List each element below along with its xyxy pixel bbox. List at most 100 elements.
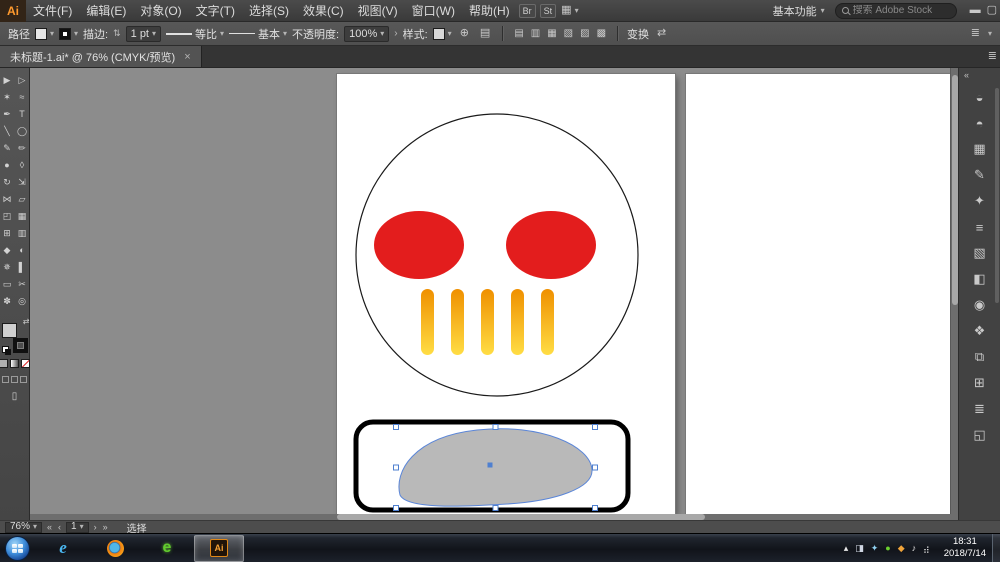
blob-brush-tool[interactable]: ● [0,157,14,173]
workspace-switcher[interactable]: 基本功能 ▾ [773,3,825,19]
perspective-grid-tool[interactable]: ▦ [15,208,29,224]
scale-tool[interactable]: ⇲ [15,174,29,190]
zoom-tool[interactable]: ◎ [15,293,29,309]
draw-behind-button[interactable] [11,376,18,383]
pathfinder-panel-icon[interactable]: ◱ [969,426,991,444]
tray-display-icon[interactable]: ◨ [855,544,864,553]
menu-item[interactable]: 视图(V) [351,0,405,22]
selection-handle[interactable] [394,425,399,430]
taskbar-firefox-button[interactable] [90,535,140,562]
teeth-group[interactable] [421,289,554,355]
hand-tool[interactable]: ✽ [0,293,14,309]
shape-builder-tool[interactable]: ◰ [0,208,14,224]
expand-panels-icon[interactable]: « [959,70,969,80]
paintbrush-tool[interactable]: ✎ [0,140,14,156]
stroke-weight-stepper[interactable]: ⇅ [113,28,121,39]
align-icon[interactable]: ▩ [595,29,608,39]
tray-antivirus-icon[interactable]: ● [885,544,890,553]
tooth-bar-5[interactable] [541,289,554,355]
minimize-window-icon[interactable]: ▬ [967,5,984,16]
selection-tool[interactable]: ▶ [0,72,14,88]
document-setup-icon[interactable]: ▤ [477,28,493,39]
artboard-number-select[interactable]: 1 ▾ [66,522,89,533]
graphic-styles-panel-icon[interactable]: ❖ [969,322,991,340]
width-tool[interactable]: ⋈ [0,191,14,207]
selection-handle[interactable] [493,506,498,511]
mesh-tool[interactable]: ⊞ [0,225,14,241]
transform-icon[interactable]: ⇄ [654,28,669,39]
bridge-button[interactable]: Br [519,4,536,18]
swap-fill-stroke-icon[interactable]: ⇄ [23,317,30,326]
layers-panel-icon[interactable]: ⧉ [969,348,991,366]
tooth-bar-2[interactable] [451,289,464,355]
zoom-level-select[interactable]: 76% ▾ [5,522,42,533]
align-icon[interactable]: ▤ [512,29,525,39]
tab-close-icon[interactable]: × [184,51,190,63]
tooth-bar-4[interactable] [511,289,524,355]
selection-handle[interactable] [394,506,399,511]
menu-item[interactable]: 效果(C) [296,0,351,22]
tray-show-hidden-icon[interactable]: ▴ [844,544,849,553]
selection-handle[interactable] [593,465,598,470]
ellipse-tool[interactable]: ◯ [15,123,29,139]
pen-tool[interactable]: ✒ [0,106,14,122]
draw-normal-button[interactable] [2,376,9,383]
vertical-scrollbar[interactable] [950,68,958,514]
tray-network-icon[interactable]: ⣴ [923,544,930,553]
menu-item[interactable]: 对象(O) [133,0,188,22]
start-button[interactable] [5,536,30,561]
taskbar-clock[interactable]: 18:31 2018/7/14 [938,536,992,560]
arrange-documents-icon[interactable]: ▦ [558,5,574,16]
free-transform-tool[interactable]: ▱ [15,191,29,207]
search-input[interactable] [853,5,950,16]
color-guide-panel-icon[interactable]: ◓ [969,114,991,132]
menu-item[interactable]: 选择(S) [242,0,296,22]
slice-tool[interactable]: ✂ [15,276,29,292]
menu-item[interactable]: 文字(T) [189,0,242,22]
opacity-more-icon[interactable]: › [394,28,397,39]
artboard-2[interactable] [686,74,950,514]
tooth-bar-3[interactable] [481,289,494,355]
lasso-tool[interactable]: ≈ [15,89,29,105]
document-tab[interactable]: 未标题-1.ai* @ 76% (CMYK/预览) × [0,46,202,67]
globe-icon[interactable]: ⊕ [457,28,472,39]
selection-handle[interactable] [493,425,498,430]
first-artboard-button[interactable]: « [46,522,53,532]
artboard-1[interactable] [337,74,675,514]
left-eye-ellipse[interactable] [374,211,464,279]
default-fill-stroke-icon[interactable] [2,346,9,353]
taskbar-ie-button[interactable]: e [38,535,88,562]
width-profile-select[interactable]: 等比 ▾ [166,26,224,42]
stroke-color-select[interactable]: ▾ [59,28,78,40]
graphic-style-select[interactable]: ▾ [433,28,452,40]
menu-item[interactable]: 帮助(H) [462,0,517,22]
menu-item[interactable]: 窗口(W) [405,0,462,22]
appearance-panel-icon[interactable]: ◉ [969,296,991,314]
restore-window-icon[interactable]: ▢ [984,5,1000,16]
line-segment-tool[interactable]: ╲ [0,123,14,139]
show-desktop-button[interactable] [992,534,1000,562]
control-panel-menu-icon[interactable]: ≣ [968,28,983,39]
gradient-panel-icon[interactable]: ▧ [969,244,991,262]
gradient-tool[interactable]: ▥ [15,225,29,241]
column-graph-tool[interactable]: ▌ [15,259,29,275]
artboard-tool[interactable]: ▭ [0,276,14,292]
stroke-indicator[interactable] [13,338,28,353]
rotate-tool[interactable]: ↻ [0,174,14,190]
next-artboard-button[interactable]: › [93,522,98,532]
prev-artboard-button[interactable]: ‹ [57,522,62,532]
selection-handle[interactable] [593,425,598,430]
align-icon[interactable]: ▨ [578,29,591,39]
tray-volume-icon[interactable]: ♪ [912,544,917,553]
adobe-stock-search[interactable] [835,3,957,19]
taskbar-sogou-button[interactable]: e [142,535,192,562]
tab-bar-menu-icon[interactable]: ≣ [985,51,1000,62]
align-icon[interactable]: ▥ [529,29,542,39]
stroke-panel-icon[interactable]: ≡ [969,218,991,236]
fill-color-select[interactable]: ▾ [35,28,54,40]
swatches-panel-icon[interactable]: ▦ [969,140,991,158]
stroke-weight-select[interactable]: 1 pt ▾ [126,26,161,42]
type-tool[interactable]: T [15,106,29,122]
fill-stroke-indicator[interactable]: ⇄ [2,321,28,353]
artboards-panel-icon[interactable]: ⊞ [969,374,991,392]
